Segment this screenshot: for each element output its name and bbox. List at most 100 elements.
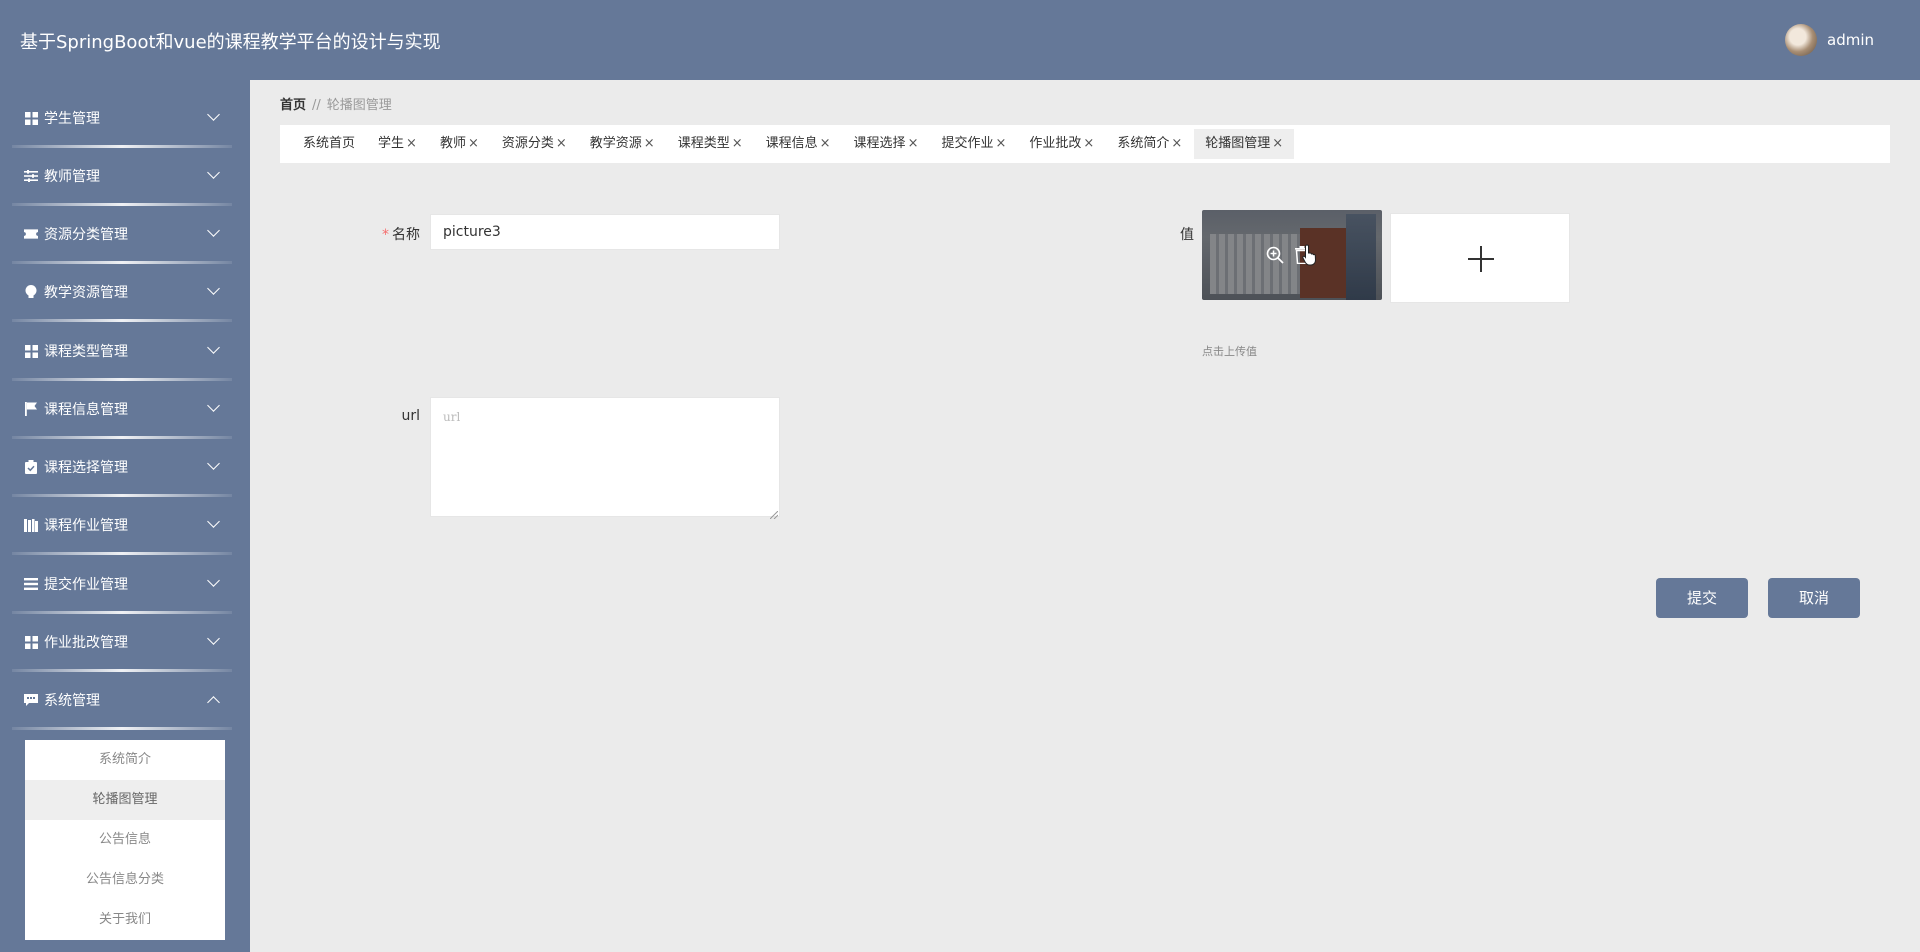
divider [12, 494, 232, 497]
close-icon[interactable]: × [732, 129, 743, 159]
sidebar-item-resource-category[interactable]: 资源分类管理 [12, 208, 232, 260]
close-icon[interactable]: × [820, 129, 831, 159]
close-icon[interactable]: × [468, 129, 479, 159]
tab-course-selection[interactable]: 课程选择 × [843, 129, 930, 159]
submenu-item-about-us[interactable]: 关于我们 [25, 900, 225, 940]
tab-submit-homework[interactable]: 提交作业 × [930, 129, 1017, 159]
tab-resource-category[interactable]: 资源分类 × [491, 129, 578, 159]
tab-homework-grading[interactable]: 作业批改 × [1018, 129, 1105, 159]
tab-label: 提交作业 [941, 136, 994, 151]
sidebar-item-label: 提交作业管理 [44, 577, 128, 593]
divider [12, 145, 232, 148]
breadcrumb: 首页 // 轮播图管理 [280, 94, 392, 113]
submenu-item-notice[interactable]: 公告信息 [25, 820, 225, 860]
divider [12, 378, 232, 381]
value-label: 值 [1180, 227, 1194, 243]
close-icon[interactable]: × [556, 129, 567, 159]
resize-handle[interactable] [769, 507, 779, 520]
close-icon[interactable]: × [644, 129, 655, 159]
divider [12, 611, 232, 614]
hand-cursor-icon [1302, 244, 1317, 266]
submenu-item-carousel[interactable]: 轮播图管理 [25, 780, 225, 820]
chevron-down-icon [207, 282, 220, 295]
sliders-icon [24, 169, 38, 183]
tab-course-info[interactable]: 课程信息 × [755, 129, 842, 159]
sidebar-item-teacher[interactable]: 教师管理 [12, 150, 232, 202]
sidebar-item-label: 课程选择管理 [44, 460, 128, 476]
zoom-in-icon[interactable] [1266, 246, 1284, 264]
submenu-item-notice-category[interactable]: 公告信息分类 [25, 860, 225, 900]
sidebar-item-course-type[interactable]: 课程类型管理 [12, 325, 232, 377]
chevron-down-icon [207, 632, 220, 645]
url-textarea[interactable]: url [430, 397, 780, 517]
chevron-down-icon [207, 574, 220, 587]
divider [12, 669, 232, 672]
chevron-down-icon [207, 457, 220, 470]
sidebar-item-label: 课程信息管理 [44, 402, 128, 418]
sidebar-item-submit-homework[interactable]: 提交作业管理 [12, 558, 232, 610]
image-hover-overlay [1202, 210, 1382, 300]
cancel-button[interactable]: 取消 [1768, 578, 1860, 618]
tab-label: 轮播图管理 [1205, 136, 1271, 151]
url-label: url [401, 408, 420, 424]
chevron-down-icon [207, 515, 220, 528]
tab-label: 学生 [378, 136, 405, 151]
grid-icon [24, 635, 38, 649]
sidebar-item-course-homework[interactable]: 课程作业管理 [12, 499, 232, 551]
divider [12, 203, 232, 206]
sidebar-item-student[interactable]: 学生管理 [12, 92, 232, 144]
uploaded-image-preview[interactable] [1202, 210, 1382, 300]
bulb-icon [24, 285, 38, 299]
avatar[interactable] [1785, 24, 1817, 56]
tab-student[interactable]: 学生 × [367, 129, 428, 159]
tab-teacher[interactable]: 教师 × [429, 129, 490, 159]
sidebar-item-homework-grading[interactable]: 作业批改管理 [12, 616, 232, 668]
divider [12, 319, 232, 322]
chevron-down-icon [207, 166, 220, 179]
sidebar-item-system[interactable]: 系统管理 [12, 674, 232, 726]
sidebar-item-label: 资源分类管理 [44, 227, 128, 243]
tab-teaching-resource[interactable]: 教学资源 × [579, 129, 666, 159]
upload-trigger[interactable] [1390, 213, 1570, 303]
top-header: 基于SpringBoot和vue的课程教学平台的设计与实现 admin [0, 0, 1920, 80]
close-icon[interactable]: × [995, 129, 1006, 159]
sidebar-item-course-selection[interactable]: 课程选择管理 [12, 441, 232, 493]
system-submenu: 系统简介 轮播图管理 公告信息 公告信息分类 关于我们 [25, 740, 225, 940]
list-icon [24, 577, 38, 591]
breadcrumb-home[interactable]: 首页 [280, 98, 306, 113]
tab-label: 课程信息 [765, 136, 818, 151]
sidebar-item-label: 学生管理 [44, 111, 100, 127]
sidebar-item-label: 课程类型管理 [44, 344, 128, 360]
close-icon[interactable]: × [1272, 129, 1283, 159]
sidebar-item-label: 课程作业管理 [44, 518, 128, 534]
grid-icon [24, 111, 38, 125]
close-icon[interactable]: × [1083, 129, 1094, 159]
tab-course-type[interactable]: 课程类型 × [667, 129, 754, 159]
tab-label: 系统首页 [303, 136, 356, 151]
tab-system-home[interactable]: 系统首页 [292, 129, 366, 159]
tab-label: 资源分类 [501, 136, 554, 151]
required-mark: * [382, 227, 389, 243]
tab-system-intro[interactable]: 系统简介 × [1106, 129, 1193, 159]
tab-label: 课程类型 [677, 136, 730, 151]
divider [12, 727, 232, 730]
submit-button[interactable]: 提交 [1656, 578, 1748, 618]
tab-carousel[interactable]: 轮播图管理 × [1194, 129, 1295, 159]
tab-label: 作业批改 [1029, 136, 1082, 151]
flag-icon [24, 402, 38, 416]
sidebar-item-label: 作业批改管理 [44, 635, 128, 651]
user-name[interactable]: admin [1827, 31, 1874, 49]
name-input[interactable]: picture3 [430, 214, 780, 250]
sidebar-item-teaching-resource[interactable]: 教学资源管理 [12, 266, 232, 318]
chevron-down-icon [207, 341, 220, 354]
plus-icon [1480, 246, 1482, 272]
chat-icon [24, 693, 38, 707]
close-icon[interactable]: × [1171, 129, 1182, 159]
chevron-down-icon [207, 224, 220, 237]
submenu-item-system-intro[interactable]: 系统简介 [25, 740, 225, 780]
user-menu[interactable]: admin [1785, 24, 1874, 56]
close-icon[interactable]: × [406, 129, 417, 159]
sidebar-item-course-info[interactable]: 课程信息管理 [12, 383, 232, 435]
close-icon[interactable]: × [908, 129, 919, 159]
clipboard-icon [24, 460, 38, 474]
